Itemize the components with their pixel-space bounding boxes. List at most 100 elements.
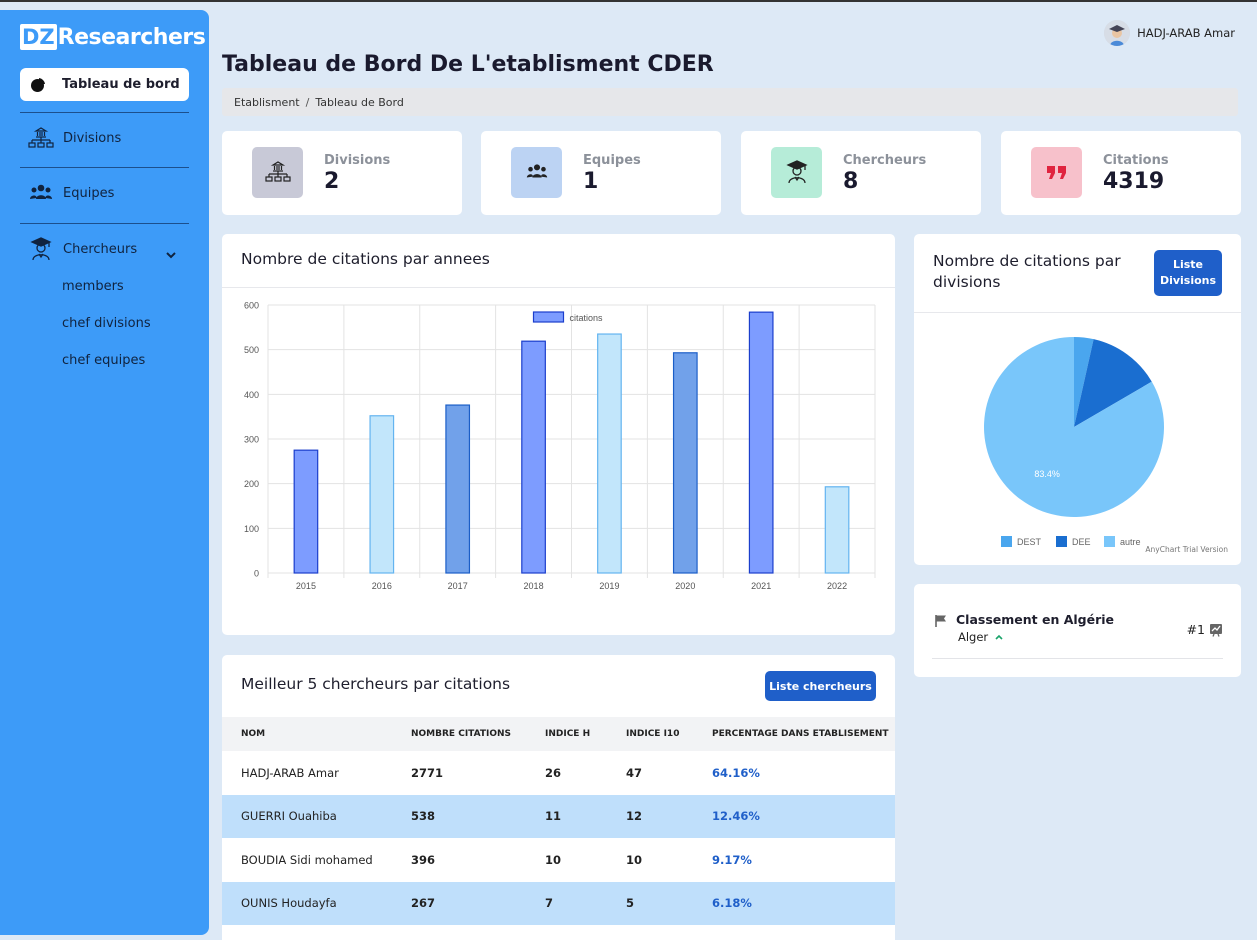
column-header-citations[interactable]: NOMBRE CITATIONS (411, 717, 545, 751)
sidebar-sub-members[interactable]: members (62, 279, 124, 294)
ranking-value: #1 (1186, 622, 1205, 637)
ranking-city-label: Alger (958, 630, 989, 644)
ranking-card: Classement en Algérie Alger #1 (914, 584, 1241, 677)
cell-indice-h: 7 (545, 881, 626, 925)
bar[interactable] (521, 340, 546, 574)
stat-value: 8 (843, 168, 859, 194)
stat-label: Divisions (324, 152, 391, 168)
table-row[interactable]: OUNIS Houdayfa 267 7 5 6.18% (222, 881, 895, 925)
cell-indice-i10: 10 (626, 852, 643, 867)
pie-chart-icon (31, 77, 45, 92)
liste-chercheurs-button[interactable]: Liste chercheurs (765, 671, 876, 701)
cell-indice-i10: 47 (626, 765, 643, 780)
column-header-nom[interactable]: NOM (222, 717, 411, 751)
logo-box: DZ (20, 24, 57, 50)
stat-value: 2 (324, 168, 340, 194)
sidebar-item-dashboard[interactable]: Tableau de bord (20, 68, 189, 101)
legend-label: DEE (1072, 537, 1091, 547)
bar-chart: 0 100 200 300 400 500 600 2015 2016 2017 2018 2019 2… (244, 301, 876, 591)
sidebar-item-label: Divisions (63, 130, 122, 146)
divider (222, 287, 895, 288)
cell-name: HADJ-ARAB Amar (241, 765, 339, 780)
legend-swatch (1104, 536, 1115, 547)
table-row[interactable]: GUERRI Ouahiba 538 11 12 12.46% (222, 794, 895, 838)
x-tick-label: 2017 (448, 581, 468, 591)
cell-indice-h: 10 (545, 852, 562, 867)
cell-citations: 396 (411, 852, 436, 867)
pie-chart: 83.4% DEST DEE autre (984, 337, 1164, 547)
researchers-table: NOM NOMBRE CITATIONS INDICE H INDICE I10… (222, 717, 895, 925)
cell-name: OUNIS Houdayfa (222, 881, 411, 925)
breadcrumb: Etablisment / Tableau de Bord (222, 88, 1238, 116)
cell-name: BOUDIA Sidi mohamed (241, 852, 373, 867)
sidebar-item-divisions[interactable]: Divisions (28, 125, 121, 151)
y-tick-label: 400 (244, 390, 259, 400)
legend-swatch (1056, 536, 1067, 547)
y-tick-label: 600 (244, 301, 259, 311)
x-tick-label: 2022 (827, 581, 847, 591)
stat-card-divisions: Divisions 2 (222, 131, 462, 215)
table-row[interactable]: BOUDIA Sidi mohamed 396 10 10 9.17% (222, 838, 895, 882)
bar[interactable] (824, 486, 850, 574)
bar[interactable] (445, 404, 471, 574)
users-icon (30, 184, 52, 199)
stat-icon-box (511, 146, 562, 198)
divider (20, 223, 189, 224)
sidebar-sub-chef-equipes[interactable]: chef equipes (62, 353, 145, 368)
bar[interactable] (597, 333, 622, 574)
flag-icon (935, 615, 946, 627)
graduate-icon (30, 237, 52, 261)
breadcrumb-current: Tableau de Bord (315, 95, 404, 109)
stat-icon-box (1031, 146, 1082, 198)
breadcrumb-item[interactable]: Etablisment (234, 96, 300, 109)
users-icon (526, 164, 547, 178)
column-header-indice-h[interactable]: INDICE H (545, 717, 626, 751)
sidebar-item-chercheurs[interactable]: Chercheurs (28, 236, 137, 262)
stat-icon-box (771, 146, 822, 198)
column-header-indice-i10[interactable]: INDICE I10 (626, 717, 712, 751)
liste-divisions-button[interactable]: Liste Divisions (1154, 250, 1222, 296)
x-tick-label: 2019 (599, 581, 619, 591)
top-researchers-card: Meilleur 5 chercheurs par citations List… (222, 655, 895, 940)
table-header-row: NOM NOMBRE CITATIONS INDICE H INDICE I10… (222, 717, 895, 751)
divider (20, 167, 189, 168)
chevron-down-icon[interactable] (164, 248, 178, 262)
bar-chart-card: Nombre de citations par annees 0 100 200 30… (222, 234, 895, 635)
stat-card-citations: Citations 4319 (1001, 131, 1241, 215)
cell-indice-h: 11 (545, 794, 626, 838)
sidebar-item-equipes[interactable]: Equipes (28, 180, 114, 206)
app-logo[interactable]: DZ Researchers (20, 24, 206, 50)
user-menu[interactable]: HADJ-ARAB Amar (1104, 20, 1235, 46)
legend-label: autre (1120, 537, 1141, 547)
avatar (1104, 20, 1131, 46)
chart-trial-watermark: AnyChart Trial Version (1145, 545, 1228, 554)
y-tick-label: 100 (244, 524, 259, 534)
bar[interactable] (672, 352, 698, 574)
stat-label: Citations (1103, 152, 1169, 168)
sidebar-item-label: Chercheurs (63, 241, 138, 257)
sidebar: DZ Researchers Tableau de bord Divisions… (0, 10, 209, 935)
legend-label: DEST (1017, 537, 1042, 547)
cell-citations: 267 (411, 881, 545, 925)
stat-icon-box (252, 146, 303, 198)
legend-swatch (532, 311, 565, 323)
y-tick-label: 0 (254, 569, 259, 579)
bar[interactable] (293, 449, 319, 574)
y-tick-label: 300 (244, 435, 259, 445)
breadcrumb-separator: / (305, 95, 310, 109)
cell-percentage: 12.46% (712, 794, 895, 838)
bar[interactable] (748, 311, 774, 574)
column-header-percentage[interactable]: PERCENTAGE DANS ETABLISEMENT (712, 717, 895, 751)
trending-icon (1210, 624, 1222, 637)
cell-indice-i10: 5 (626, 881, 712, 925)
quote-icon (1046, 166, 1066, 179)
cell-citations: 2771 (411, 765, 444, 780)
graduate-icon (785, 160, 808, 184)
stat-label: Equipes (583, 152, 641, 168)
sidebar-sub-chef-divisions[interactable]: chef divisions (62, 316, 151, 331)
divider (914, 312, 1241, 313)
bar[interactable] (369, 415, 395, 574)
stat-card-equipes: Equipes 1 (481, 131, 721, 215)
table-row[interactable]: HADJ-ARAB Amar 2771 26 47 64.16% (222, 751, 895, 795)
cell-percentage: 9.17% (712, 852, 752, 867)
